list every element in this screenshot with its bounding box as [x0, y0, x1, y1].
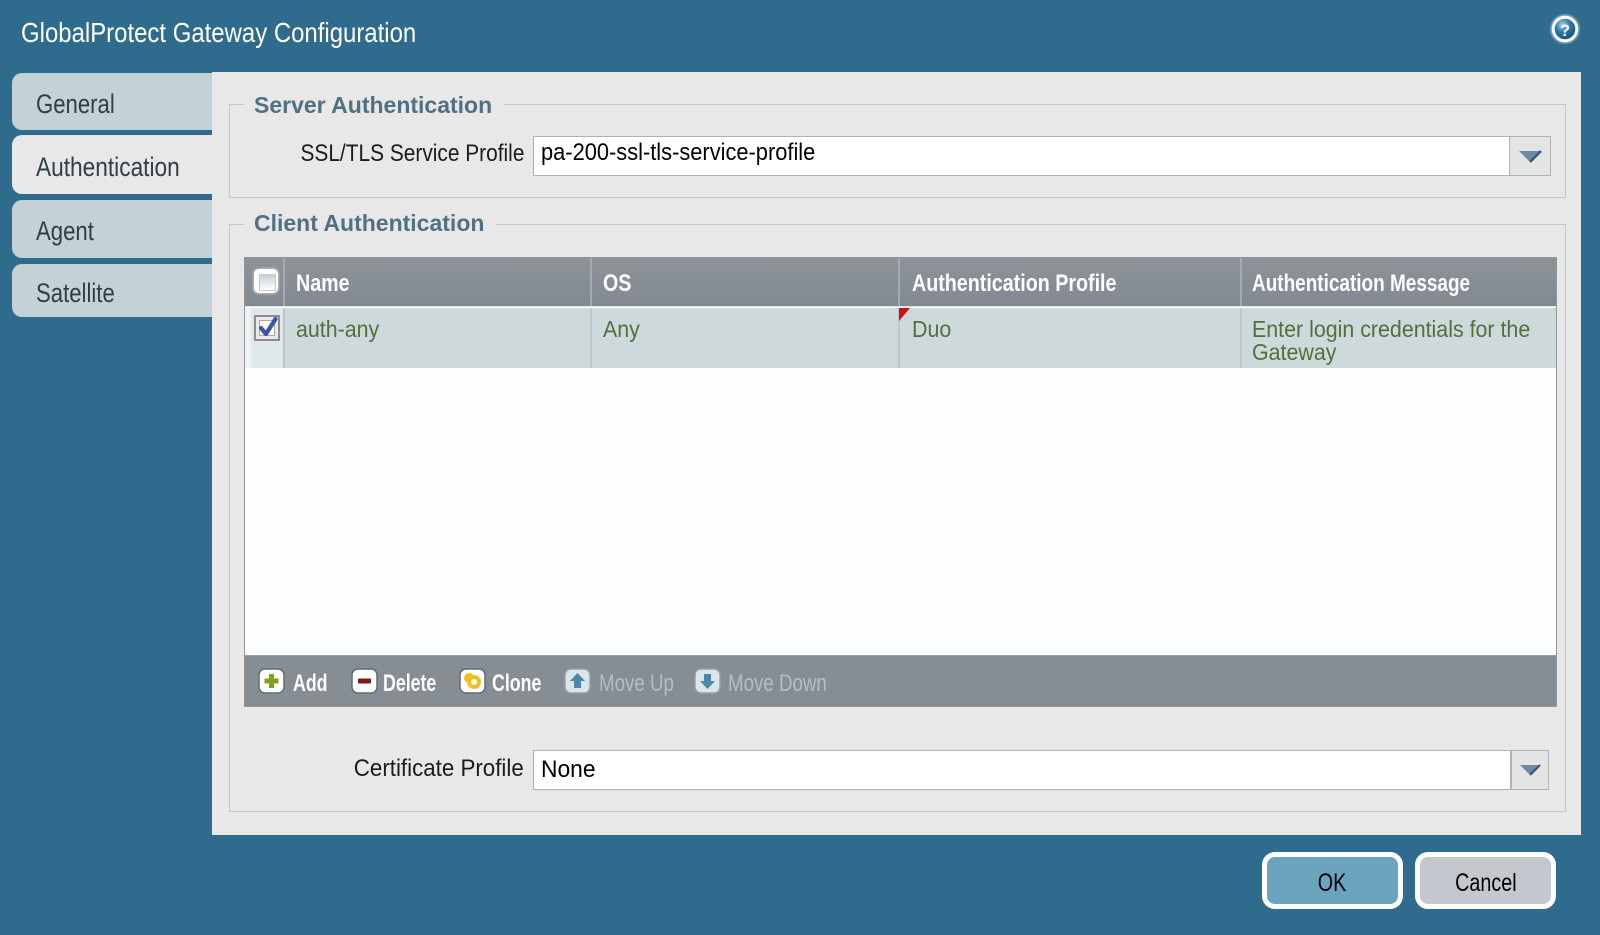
svg-text:?: ?	[1560, 22, 1570, 40]
